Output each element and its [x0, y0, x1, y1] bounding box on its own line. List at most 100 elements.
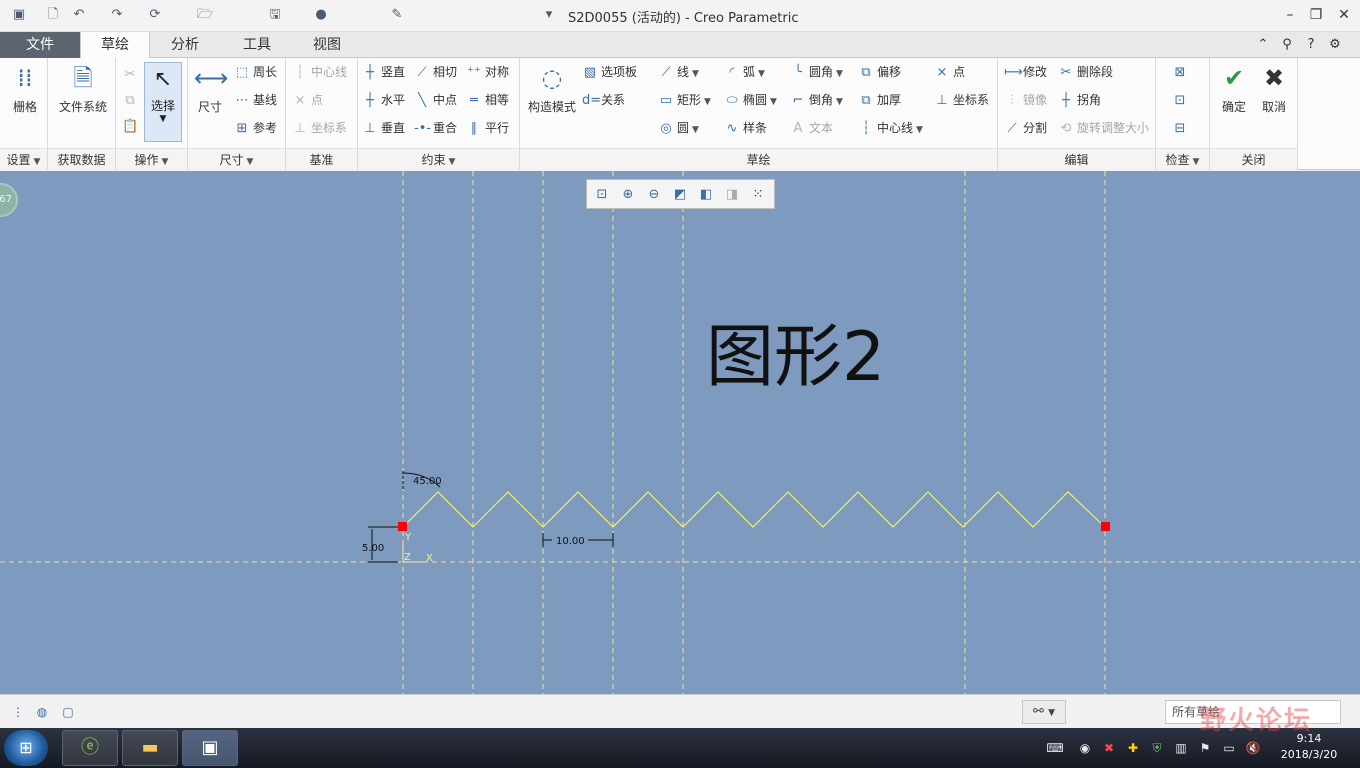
sketch-geometry[interactable]: 45.00 5.00 10.00 Y Z X — [0, 171, 1360, 694]
saved-orientations-icon[interactable]: ◨ — [723, 186, 741, 204]
text-button[interactable]: A 文本 — [790, 118, 833, 138]
palette-button[interactable]: ▧ 选项板 — [582, 62, 637, 82]
thicken-button[interactable]: ⧉ 加厚 — [858, 90, 901, 110]
keyboard-icon[interactable]: ⌨ — [1046, 739, 1064, 757]
corner-button[interactable]: ┼ 拐角 — [1058, 90, 1101, 110]
tangent-button[interactable]: ⟋ 相切 — [414, 62, 457, 82]
ellipse-button[interactable]: ⬭ 椭圆 ▼ — [724, 90, 777, 110]
close-button[interactable]: ✕ — [1330, 4, 1358, 26]
collapse-ribbon-icon[interactable]: ⌃ — [1254, 36, 1272, 54]
antivirus-icon[interactable]: ✖ — [1100, 739, 1118, 757]
modify-button[interactable]: ⟼修改 — [1004, 62, 1047, 82]
network-icon[interactable]: ▥ — [1172, 739, 1190, 757]
sketch-csys-button[interactable]: ⊥ 坐标系 — [934, 90, 989, 110]
copy-icon[interactable]: ⧉ — [122, 90, 141, 110]
end-point[interactable] — [1101, 522, 1110, 531]
rectangle-button[interactable]: ▭ 矩形 ▼ — [658, 90, 711, 110]
search-icon[interactable]: ⚲ — [1278, 36, 1296, 54]
mirror-button[interactable]: ⫶ 镜像 — [1004, 90, 1047, 110]
chrome-icon[interactable]: ◉ — [1076, 739, 1094, 757]
display-style-icon[interactable]: ◧ — [697, 186, 715, 204]
construction-mode-button[interactable]: ◌ 构造模式 — [524, 62, 580, 115]
dimension-button[interactable]: ⟷ 尺寸 — [192, 62, 228, 115]
fillet-button[interactable]: ╰ 圆角 ▼ — [790, 62, 843, 82]
undo-icon[interactable]: ↶ — [70, 6, 88, 24]
new-icon[interactable]: 🗋 — [44, 6, 62, 24]
symmetric-button[interactable]: ⁺⁺ 对称 — [466, 62, 509, 82]
save-icon[interactable]: 🖫 — [266, 6, 284, 24]
repaint-icon[interactable]: ◩ — [671, 186, 689, 204]
security-plus-icon[interactable]: ✚ — [1124, 739, 1142, 757]
sketch-centerline-button[interactable]: ┆ 中心线 ▼ — [858, 118, 923, 138]
horizontal-button[interactable]: ┼ 水平 — [362, 90, 405, 110]
equal-button[interactable]: ═ 相等 — [466, 90, 509, 110]
minimize-button[interactable]: – — [1276, 4, 1304, 26]
filesystem-button[interactable]: 🗎 文件系统 — [54, 62, 112, 115]
shade-closed-loops-button[interactable]: ⊟ — [1172, 118, 1191, 138]
ok-button[interactable]: ✔ 确定 — [1214, 62, 1254, 115]
taskbar-creo[interactable]: ▣ — [182, 730, 238, 766]
perpendicular-button[interactable]: ⊥ 垂直 — [362, 118, 405, 138]
offset-button[interactable]: ⧉ 偏移 — [858, 62, 901, 82]
grid-button[interactable]: ⁞⁞ 栅格 — [6, 62, 44, 115]
taskbar-explorer[interactable]: ▬ — [122, 730, 178, 766]
relation-button[interactable]: d=关系 — [582, 90, 625, 110]
refit-icon[interactable]: ⊡ — [593, 186, 611, 204]
parallel-button[interactable]: ∥ 平行 — [466, 118, 509, 138]
app-icon[interactable]: ▣ — [10, 6, 28, 24]
full-screen-icon[interactable]: ▢ — [60, 704, 76, 720]
coincident-button[interactable]: -•- 重合 — [414, 118, 457, 138]
start-point[interactable] — [398, 522, 407, 531]
overlap-geometry-button[interactable]: ⊠ — [1172, 62, 1191, 82]
redo-icon[interactable]: ↷ — [108, 6, 126, 24]
datum-csys-button[interactable]: ⊥ 坐标系 — [292, 118, 347, 138]
reference-button[interactable]: ⊞ 参考 — [234, 118, 277, 138]
select-button[interactable]: ↖ 选择 ▼ — [144, 62, 182, 142]
start-button[interactable]: ⊞ — [4, 730, 48, 766]
datum-centerline-button[interactable]: ┆ 中心线 — [292, 62, 347, 82]
spline-button[interactable]: ∿ 样条 — [724, 118, 767, 138]
chamfer-button[interactable]: ⌐ 倒角 ▼ — [790, 90, 843, 110]
vertical-button[interactable]: ┼ 竖直 — [362, 62, 405, 82]
cut-icon[interactable]: ✂ — [122, 64, 141, 84]
paste-icon[interactable]: 📋 — [122, 116, 141, 136]
height-dimension[interactable]: 5.00 — [362, 543, 384, 554]
arc-button[interactable]: ◜ 弧 ▼ — [724, 62, 764, 82]
tab-tools[interactable]: 工具 — [222, 32, 292, 58]
zoom-out-icon[interactable]: ⊖ — [645, 186, 663, 204]
group-label-operations[interactable]: 操作 ▼ — [116, 148, 187, 170]
delete-segment-button[interactable]: ✂ 删除段 — [1058, 62, 1113, 82]
pitch-dimension[interactable]: 10.00 — [556, 536, 585, 547]
group-label-inspect[interactable]: 检查 ▼ — [1156, 148, 1209, 170]
shading-icon[interactable]: ● — [312, 6, 330, 24]
shield-icon[interactable]: ⛨ — [1148, 739, 1166, 757]
open-icon[interactable]: 🗁 — [196, 6, 214, 24]
find-button[interactable]: ⚯ ▼ — [1022, 700, 1066, 724]
divide-button[interactable]: ⟋ 分割 — [1004, 118, 1047, 138]
restore-button[interactable]: ❐ — [1302, 4, 1330, 26]
baseline-button[interactable]: ⋯ 基线 — [234, 90, 278, 110]
line-button[interactable]: ⟋ 线 ▼ — [658, 62, 699, 82]
tab-analysis[interactable]: 分析 — [150, 32, 220, 58]
group-label-constraint[interactable]: 约束 ▼ — [358, 148, 519, 170]
sketch-tool-icon[interactable]: ✎ — [388, 6, 406, 24]
rotate-resize-button[interactable]: ⟲ 旋转调整大小 — [1058, 118, 1149, 138]
angle-dimension[interactable]: 45.00 — [413, 476, 442, 487]
options-icon[interactable]: ⚙ — [1326, 36, 1344, 54]
sketch-display-filters-icon[interactable]: ⁙ — [749, 186, 767, 204]
tab-view[interactable]: 视图 — [292, 32, 362, 58]
datum-point-button[interactable]: × 点 — [292, 90, 323, 110]
group-label-dimension[interactable]: 尺寸 ▼ — [188, 148, 285, 170]
taskbar-ie[interactable]: ⓔ — [62, 730, 118, 766]
circle-button[interactable]: ◎ 圆 ▼ — [658, 118, 699, 138]
tab-file[interactable]: 文件 — [0, 32, 80, 58]
customize-dropdown-icon[interactable]: ▾ — [540, 6, 558, 24]
tab-sketch[interactable]: 草绘 — [80, 32, 150, 59]
zigzag-sketch-line[interactable] — [402, 491, 1106, 528]
highlight-open-ends-button[interactable]: ⊡ — [1172, 90, 1191, 110]
zoom-in-icon[interactable]: ⊕ — [619, 186, 637, 204]
regenerate-icon[interactable]: ⟳ — [146, 6, 164, 24]
perimeter-button[interactable]: ⬚ 周长 — [234, 62, 277, 82]
group-label-settings[interactable]: 设置 ▼ — [0, 148, 47, 170]
cancel-button[interactable]: ✖ 取消 — [1254, 62, 1294, 115]
